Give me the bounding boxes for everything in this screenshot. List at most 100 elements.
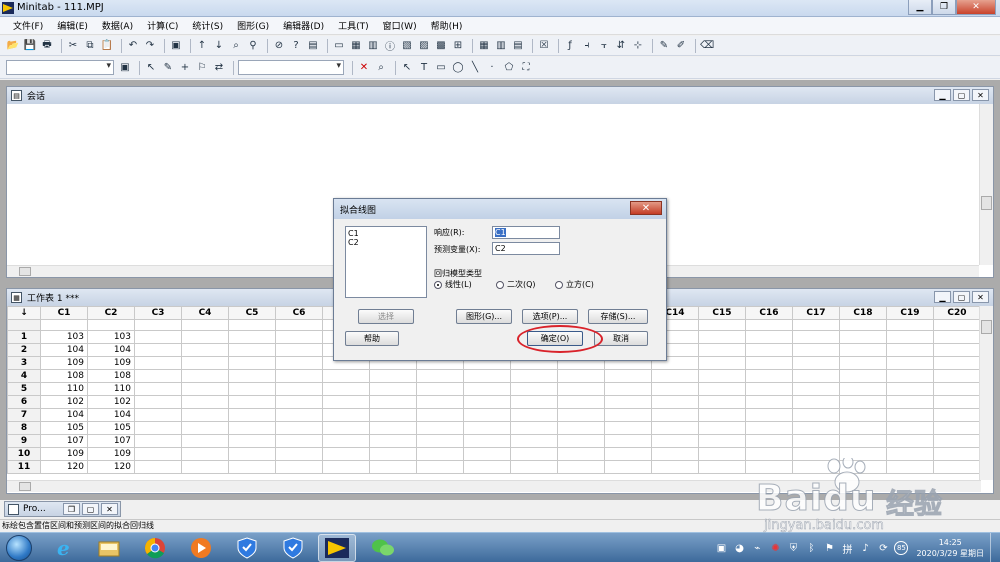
select-button[interactable]: 选择 <box>358 309 414 324</box>
column-name-cell[interactable] <box>933 319 981 331</box>
empty-cell[interactable] <box>369 382 417 396</box>
empty-cell[interactable] <box>228 434 276 448</box>
insert-cell-icon[interactable]: ⊹ <box>631 39 645 53</box>
empty-cell[interactable] <box>463 421 511 435</box>
cell-c1[interactable]: 102 <box>40 395 88 409</box>
empty-cell[interactable] <box>745 395 793 409</box>
column-header[interactable]: C1 <box>40 306 88 320</box>
empty-cell[interactable] <box>839 330 887 344</box>
empty-cell[interactable] <box>322 421 370 435</box>
column-name-cell[interactable] <box>275 319 323 331</box>
cell-c2[interactable]: 120 <box>87 460 135 474</box>
cell-c1[interactable]: 104 <box>40 343 88 357</box>
flag-tray-icon[interactable]: ⚑ <box>822 541 836 555</box>
empty-cell[interactable] <box>134 447 182 461</box>
history-icon[interactable]: ▧ <box>400 39 414 53</box>
empty-cell[interactable] <box>463 408 511 422</box>
empty-cell[interactable] <box>886 382 934 396</box>
column-name-cell[interactable] <box>87 319 135 331</box>
empty-cell[interactable] <box>886 408 934 422</box>
cell-c1[interactable]: 103 <box>40 330 88 344</box>
empty-cell[interactable] <box>416 369 464 383</box>
empty-cell[interactable] <box>181 421 229 435</box>
empty-cell[interactable] <box>651 395 699 409</box>
edit-last-dialog-icon[interactable]: ▣ <box>169 39 183 53</box>
row-header[interactable]: 3 <box>7 356 41 370</box>
empty-cell[interactable] <box>839 408 887 422</box>
empty-cell[interactable] <box>510 408 558 422</box>
empty-cell[interactable] <box>510 421 558 435</box>
worksheet-close-button[interactable]: ✕ <box>972 291 989 303</box>
empty-cell[interactable] <box>933 330 981 344</box>
empty-cell[interactable] <box>698 434 746 448</box>
column-name-cell[interactable] <box>228 319 276 331</box>
empty-cell[interactable] <box>181 447 229 461</box>
predictor-field[interactable]: C2 <box>492 242 560 255</box>
empty-cell[interactable] <box>604 460 652 474</box>
pencil-icon[interactable]: ✐ <box>674 39 688 53</box>
empty-cell[interactable] <box>463 434 511 448</box>
column-header[interactable]: C19 <box>886 306 934 320</box>
project-maximize-button[interactable]: ▢ <box>82 503 99 515</box>
empty-cell[interactable] <box>510 460 558 474</box>
variable-list[interactable]: C1 C2 <box>345 226 427 298</box>
column-header[interactable]: C20 <box>933 306 981 320</box>
cell-c2[interactable]: 108 <box>87 369 135 383</box>
empty-cell[interactable] <box>134 382 182 396</box>
graph-item-combo[interactable] <box>6 60 114 75</box>
radio-quadratic[interactable]: 二次(Q) <box>496 279 536 290</box>
ellipse-tool-icon[interactable]: ◯ <box>451 61 465 75</box>
insert-column-icon[interactable]: ⫞ <box>580 39 594 53</box>
column-name-cell[interactable] <box>886 319 934 331</box>
eraser-icon[interactable]: ⌫ <box>700 39 714 53</box>
empty-cell[interactable] <box>933 434 981 448</box>
find-next-icon[interactable]: ⚲ <box>246 39 260 53</box>
empty-cell[interactable] <box>510 369 558 383</box>
empty-cell[interactable] <box>745 434 793 448</box>
menu-help[interactable]: 帮助(H) <box>424 19 470 32</box>
empty-cell[interactable] <box>134 343 182 357</box>
report-pad-icon[interactable]: ▨ <box>417 39 431 53</box>
taskbar-chrome[interactable] <box>136 534 174 562</box>
empty-cell[interactable] <box>275 356 323 370</box>
polygon-tool-icon[interactable]: ⬠ <box>502 61 516 75</box>
empty-cell[interactable] <box>745 369 793 383</box>
empty-cell[interactable] <box>228 447 276 461</box>
manage-graphs-icon[interactable]: ⊞ <box>451 39 465 53</box>
pointer-tool-icon[interactable]: ↖ <box>400 61 414 75</box>
row-header[interactable]: 1 <box>7 330 41 344</box>
wechat-tray-icon[interactable]: ◕ <box>732 541 746 555</box>
storage-button[interactable]: 存储(S)... <box>588 309 648 324</box>
empty-cell[interactable] <box>322 382 370 396</box>
show-desktop-button[interactable] <box>990 533 1000 562</box>
empty-cell[interactable] <box>557 447 605 461</box>
empty-cell[interactable] <box>651 382 699 396</box>
empty-cell[interactable] <box>651 434 699 448</box>
empty-cell[interactable] <box>933 421 981 435</box>
empty-cell[interactable] <box>651 408 699 422</box>
graphs-folder-icon[interactable]: ▥ <box>366 39 380 53</box>
empty-cell[interactable] <box>134 408 182 422</box>
empty-cell[interactable] <box>792 434 840 448</box>
clock[interactable]: 14:25 2020/3/29 星期日 <box>916 537 984 559</box>
menu-graph[interactable]: 图形(G) <box>230 19 276 32</box>
empty-cell[interactable] <box>369 434 417 448</box>
zoom-icon[interactable]: ⌕ <box>374 61 388 75</box>
empty-cell[interactable] <box>181 369 229 383</box>
cell-c2[interactable]: 105 <box>87 421 135 435</box>
empty-cell[interactable] <box>886 343 934 357</box>
empty-cell[interactable] <box>510 382 558 396</box>
empty-cell[interactable] <box>604 382 652 396</box>
empty-cell[interactable] <box>416 408 464 422</box>
dot-tool-icon[interactable]: · <box>485 61 499 75</box>
empty-cell[interactable] <box>698 330 746 344</box>
column-name-cell[interactable] <box>134 319 182 331</box>
cell-c2[interactable]: 109 <box>87 447 135 461</box>
scroll-thumb[interactable] <box>981 196 992 210</box>
session-minimize-button[interactable]: ▁ <box>934 89 951 101</box>
column-header[interactable]: C5 <box>228 306 276 320</box>
empty-cell[interactable] <box>698 343 746 357</box>
delete-icon[interactable]: ✕ <box>357 61 371 75</box>
empty-cell[interactable] <box>181 343 229 357</box>
corner-cell[interactable]: ↓ <box>7 306 41 320</box>
